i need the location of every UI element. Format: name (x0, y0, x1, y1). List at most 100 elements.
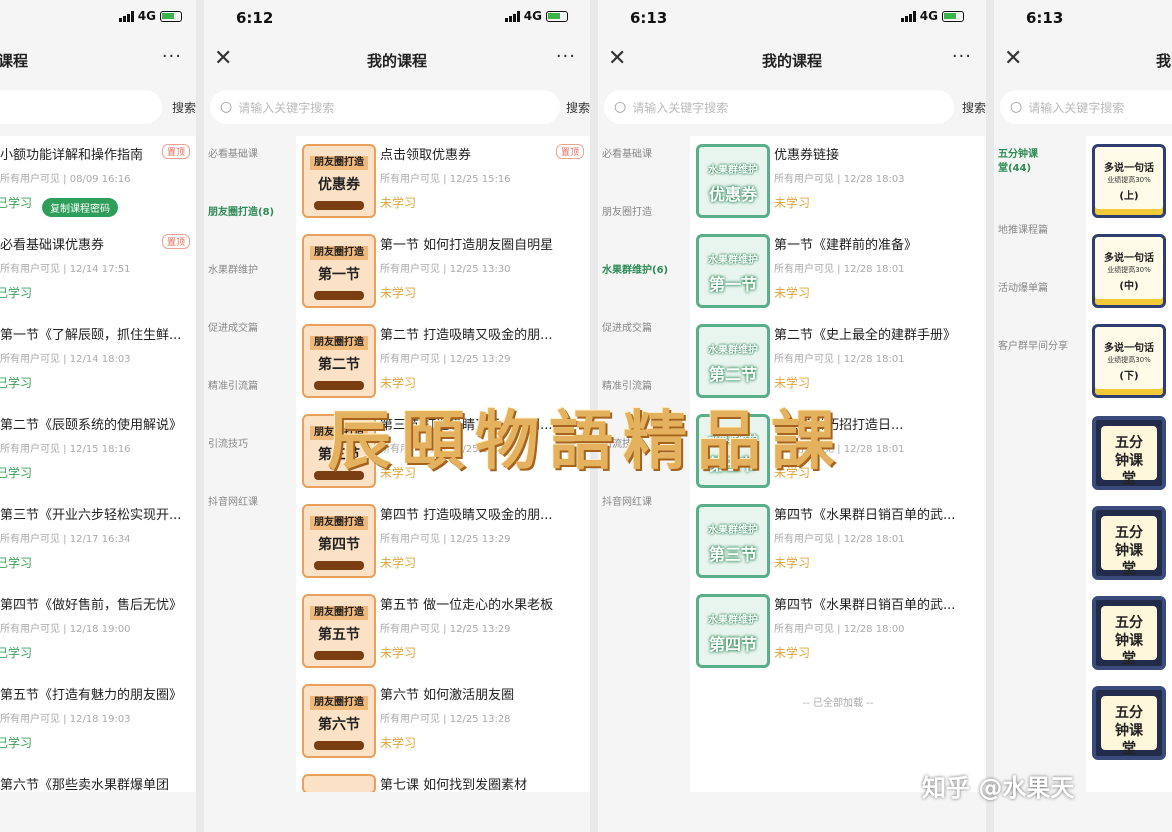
bottom-bar (204, 792, 590, 832)
status-indicators: 4G (900, 9, 964, 23)
copy-password-button[interactable]: 复制课程密码 (42, 198, 118, 217)
sidebar-item[interactable]: 朋友圈打造 (598, 194, 690, 252)
phone-4: 6:13 ✕ 我的课程 ○ 请输入关键字搜索 五分钟课堂(44) 地推课程篇 活… (994, 0, 1172, 832)
sidebar-item[interactable]: 客户群早间分享 (994, 328, 1086, 386)
battery-icon (546, 10, 568, 22)
list-item[interactable]: 朋友圈打造 第二节 第二节 打造吸睛又吸金的朋... 所有用户可见 | 12/25… (296, 316, 590, 406)
search-input[interactable]: ○ 请输入关键字搜索 (1000, 90, 1172, 124)
search-input[interactable] (0, 90, 162, 124)
sidebar-item[interactable]: 引流技巧 (204, 426, 296, 484)
category-sidebar: 必看基础课 朋友圈打造 水果群维护(6) 促进成交篇 精准引流篇 引流技巧 抖音… (598, 136, 690, 832)
list-item[interactable]: 第一节《了解辰颐，抓住生鲜... 所有用户可见 | 12/14 18:03 已学… (0, 316, 196, 406)
list-item[interactable]: 水果群维护 第四节 第四节《水果群日销百单的武... 所有用户可见 | 12/28… (690, 586, 986, 676)
list-item[interactable]: 水果群维护 第三节 第三节《巧招打造日... 所有用户可见 | 12/28 18:… (690, 406, 986, 496)
search-icon: ○ (614, 99, 627, 115)
sidebar-item[interactable]: 精准引流篇 (204, 368, 296, 426)
search-input[interactable]: ○ 请输入关键字搜索 (210, 90, 560, 124)
course-title: 小额功能详解和操作指南 (0, 148, 144, 163)
course-thumbnail: 朋友圈打造 第六节 (302, 684, 376, 758)
list-item[interactable]: 第五节《打造有魅力的朋友圈》 所有用户可见 | 12/18 19:03 已学习 (0, 676, 196, 766)
course-status: 未学习 (774, 286, 811, 300)
status-indicators: 4G (118, 9, 182, 23)
more-icon[interactable]: ··· (162, 46, 182, 67)
course-meta: 所有用户可见 | 12/28 18:01 (774, 534, 905, 545)
course-thumbnail[interactable]: 五分钟课堂 (1092, 506, 1166, 580)
course-status: 未学习 (380, 376, 417, 390)
list-item[interactable]: 水果群维护 第二节 第二节《史上最全的建群手册》 所有用户可见 | 12/28 1… (690, 316, 986, 406)
course-title: 第一节《建群前的准备》 (774, 238, 918, 253)
course-title: 第六节《那些卖水果群爆单团 (0, 778, 170, 793)
sidebar-item[interactable]: 引流技巧 (598, 426, 690, 484)
course-meta: 所有用户可见 | 12/25 13:29 (380, 444, 511, 455)
sidebar-item[interactable]: 水果群维护 (204, 252, 296, 310)
bottom-bar (0, 792, 196, 832)
list-item[interactable]: 水果群维护 第三节 第四节《水果群日销百单的武... 所有用户可见 | 12/28… (690, 496, 986, 586)
course-title: 第三节 打造吸睛又吸金的朋... (380, 418, 553, 433)
course-meta: 所有用户可见 | 12/25 15:16 (380, 174, 511, 185)
course-status: 已学习 (0, 556, 33, 570)
course-thumbnail: 朋友圈打造 优惠券 (302, 144, 376, 218)
course-meta: 所有用户可见 | 12/25 13:29 (380, 354, 511, 365)
network-type: 4G (523, 9, 542, 23)
list-item[interactable]: 水果群维护 优惠券 优惠券链接 所有用户可见 | 12/28 18:03 未学习 (690, 136, 986, 226)
more-icon[interactable]: ··· (556, 46, 576, 67)
list-item[interactable]: 朋友圈打造 第六节 第六节 如何激活朋友圈 所有用户可见 | 12/25 13:2… (296, 676, 590, 766)
page-title: 我的课程 (1156, 52, 1172, 70)
course-status: 未学习 (380, 736, 417, 750)
course-list: 朋友圈打造 优惠券 点击领取优惠券 置顶 所有用户可见 | 12/25 15:16… (296, 136, 590, 794)
course-title: 第一节 如何打造朋友圈自明星 (380, 238, 554, 253)
course-thumbnail[interactable]: 多说一句话 业绩提高30% (中) (1092, 234, 1166, 308)
list-item[interactable]: 朋友圈打造 优惠券 点击领取优惠券 置顶 所有用户可见 | 12/25 15:16… (296, 136, 590, 226)
list-item[interactable]: 第二节《辰颐系统的使用解说》 所有用户可见 | 12/15 18:16 已学习 (0, 406, 196, 496)
sidebar-item[interactable]: 地推课程篇 (994, 212, 1086, 270)
list-item[interactable]: 朋友圈打造 第一节 第一节 如何打造朋友圈自明星 所有用户可见 | 12/25 1… (296, 226, 590, 316)
course-meta: 所有用户可见 | 12/28 18:01 (774, 444, 905, 455)
course-thumbnail[interactable]: 五分钟课堂 (1092, 596, 1166, 670)
course-status: 未学习 (380, 196, 417, 210)
course-thumbnail[interactable]: 多说一句话 业绩提高30% (上) (1092, 144, 1166, 218)
sidebar-item[interactable]: 促进成交篇 (204, 310, 296, 368)
status-bar: 6:13 4G (598, 0, 986, 36)
course-thumbnail: 朋友圈打造 第三节 (302, 414, 376, 488)
search-placeholder: 请输入关键字搜索 (238, 100, 335, 115)
nav-bar: ✕ 我的课程 ··· (204, 40, 590, 80)
list-item[interactable]: 朋友圈打造 第五节 第五节 做一位走心的水果老板 所有用户可见 | 12/25 1… (296, 586, 590, 676)
phone-1: 4G 课程 ··· 搜索 小额功能详解和操作指南 置顶 所有用户可见 | 08/… (0, 0, 196, 832)
list-item[interactable]: 第四节《做好售前，售后无忧》 所有用户可见 | 12/18 19:00 已学习 (0, 586, 196, 676)
search-input[interactable]: ○ 请输入关键字搜索 (604, 90, 954, 124)
course-status: 未学习 (774, 556, 811, 570)
list-item[interactable]: 朋友圈打造 第四节 第四节 打造吸睛又吸金的朋... 所有用户可见 | 12/25… (296, 496, 590, 586)
sidebar-item-active[interactable]: 朋友圈打造(8) (204, 194, 296, 252)
course-thumbnail: 水果群维护 第四节 (696, 594, 770, 668)
list-item[interactable]: 第三节《开业六步轻松实现开... 所有用户可见 | 12/17 16:34 已学… (0, 496, 196, 586)
course-meta: 所有用户可见 | 12/28 18:00 (774, 624, 905, 635)
sidebar-item[interactable]: 精准引流篇 (598, 368, 690, 426)
close-icon[interactable]: ✕ (1004, 46, 1022, 71)
sidebar-item[interactable]: 抖音网红课 (204, 484, 296, 542)
course-thumbnail[interactable]: 多说一句话 业绩提高30% (下) (1092, 324, 1166, 398)
sidebar-item-active[interactable]: 五分钟课堂(44) (994, 136, 1086, 212)
list-item[interactable]: 必看基础课优惠券 置顶 所有用户可见 | 12/14 17:51 已学习 (0, 226, 196, 316)
list-item[interactable]: 水果群维护 第一节 第一节《建群前的准备》 所有用户可见 | 12/28 18:0… (690, 226, 986, 316)
category-sidebar: 必看基础课 朋友圈打造(8) 水果群维护 促进成交篇 精准引流篇 引流技巧 抖音… (204, 136, 296, 832)
search-button[interactable]: 搜索 (172, 99, 196, 116)
search-button[interactable]: 搜索 (566, 99, 590, 116)
course-thumbnail: 水果群维护 第三节 (696, 504, 770, 578)
search-icon: ○ (1010, 99, 1023, 115)
sidebar-item[interactable]: 抖音网红课 (598, 484, 690, 542)
search-button[interactable]: 搜索 (962, 99, 986, 116)
course-status: 未学习 (380, 286, 417, 300)
list-item[interactable]: 小额功能详解和操作指南 置顶 所有用户可见 | 08/09 16:16 已学习 … (0, 136, 196, 226)
course-thumbnail[interactable]: 五分钟课堂 (1092, 686, 1166, 760)
list-item[interactable]: 朋友圈打造 第三节 第三节 打造吸睛又吸金的朋... 所有用户可见 | 12/25… (296, 406, 590, 496)
phone-2: 6:12 4G ✕ 我的课程 ··· ○ 请输入关键字搜索 搜索 必看基础课 朋… (204, 0, 590, 832)
signal-icon (900, 10, 916, 22)
more-icon[interactable]: ··· (952, 46, 972, 67)
sidebar-item[interactable]: 必看基础课 (204, 136, 296, 194)
sidebar-item-active[interactable]: 水果群维护(6) (598, 252, 690, 310)
sidebar-item[interactable]: 促进成交篇 (598, 310, 690, 368)
course-thumbnail[interactable]: 五分钟课堂 (1092, 416, 1166, 490)
status-bar: 4G (0, 0, 196, 36)
sidebar-item[interactable]: 必看基础课 (598, 136, 690, 194)
sidebar-item[interactable]: 活动爆单篇 (994, 270, 1086, 328)
